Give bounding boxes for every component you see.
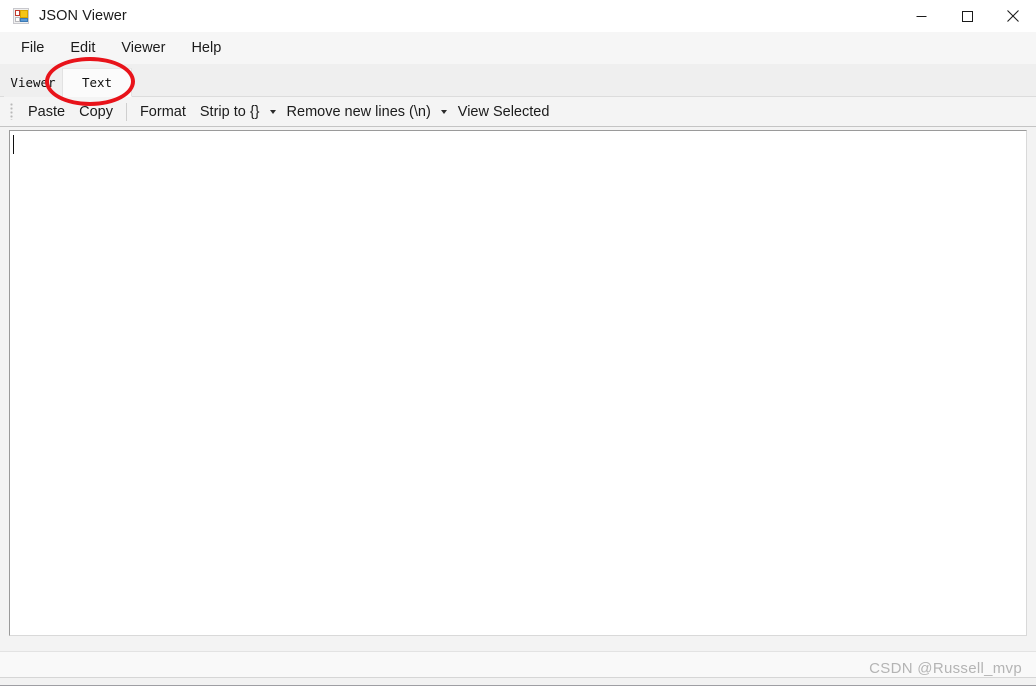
close-icon	[1007, 10, 1019, 22]
menu-item-viewer[interactable]: Viewer	[112, 37, 174, 59]
title-bar[interactable]: JSON Viewer	[0, 0, 1036, 32]
tab-strip: Viewer Text	[0, 64, 1036, 97]
menu-item-help[interactable]: Help	[182, 37, 230, 59]
tab-text[interactable]: Text	[62, 68, 132, 97]
remove-new-lines-button[interactable]: Remove new lines (\n)	[280, 100, 438, 124]
minimize-button[interactable]	[898, 0, 944, 32]
editor-host	[0, 127, 1036, 651]
window-controls	[898, 0, 1036, 32]
watermark: CSDN @Russell_mvp	[869, 660, 1022, 677]
strip-to-braces-button[interactable]: Strip to {}	[193, 100, 267, 124]
menu-item-file[interactable]: File	[12, 37, 53, 59]
close-button[interactable]	[990, 0, 1036, 32]
desktop-strip	[0, 685, 1036, 689]
menu-item-edit[interactable]: Edit	[61, 37, 104, 59]
window-bottom-edge	[0, 677, 1036, 685]
view-selected-button[interactable]: View Selected	[451, 100, 557, 124]
strip-to-braces-chevron-down-icon[interactable]	[267, 102, 280, 122]
app-tiles-icon	[13, 8, 29, 24]
format-button[interactable]: Format	[133, 100, 193, 124]
tab-viewer[interactable]: Viewer	[4, 68, 62, 97]
copy-button[interactable]: Copy	[72, 100, 120, 124]
menu-bar: File Edit Viewer Help	[0, 32, 1036, 64]
maximize-button[interactable]	[944, 0, 990, 32]
toolbar-separator	[125, 102, 127, 121]
minimize-icon	[916, 15, 926, 17]
maximize-icon	[961, 10, 973, 22]
toolbar: Paste Copy Format Strip to {} Remove new…	[0, 97, 1036, 127]
text-caret	[13, 135, 14, 154]
remove-new-lines-chevron-down-icon[interactable]	[438, 102, 451, 122]
window-title: JSON Viewer	[39, 8, 127, 24]
paste-button[interactable]: Paste	[21, 100, 72, 124]
json-viewer-window: JSON Viewer File Edit Viewer Help Viewer…	[0, 0, 1036, 689]
drag-grip-icon[interactable]	[10, 103, 13, 120]
json-text-input[interactable]	[9, 130, 1027, 636]
